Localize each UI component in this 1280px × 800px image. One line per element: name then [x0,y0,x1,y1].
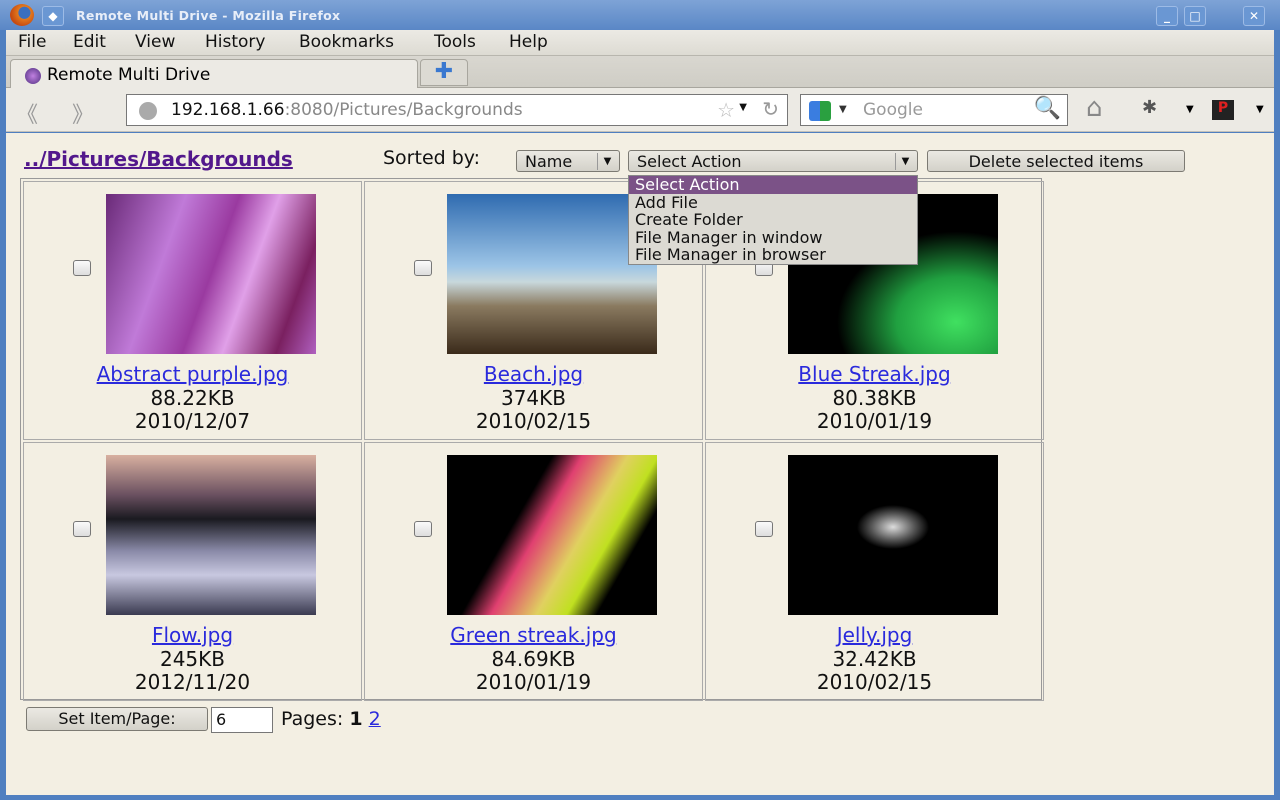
google-engine-icon[interactable] [809,101,831,121]
file-size: 245KB [159,646,225,671]
menu-help[interactable]: Help [509,32,548,52]
select-checkbox[interactable] [73,521,91,537]
menu-history[interactable]: History [205,32,265,52]
navigation-toolbar: 《 》 192.168.1.66:8080/Pictures/Backgroun… [6,88,1274,132]
globe-icon [139,102,157,120]
file-item: Abstract purple.jpg 88.22KB 2010/12/07 [23,181,362,440]
file-date: 2010/02/15 [816,670,933,694]
history-dropdown-icon[interactable]: ▼ [739,102,747,113]
p-addon-icon[interactable]: P [1212,100,1234,120]
menu-tools[interactable]: Tools [434,32,476,52]
select-checkbox[interactable] [414,260,432,276]
file-link[interactable]: Beach.jpg [484,362,583,386]
delete-selected-button[interactable]: Delete selected items [927,150,1185,172]
file-link[interactable]: Blue Streak.jpg [798,362,950,386]
page-content: ../Pictures/Backgrounds Sorted by: Name ▼… [6,133,1274,795]
tab-label: Remote Multi Drive [47,65,211,85]
file-size: 84.69KB [491,646,576,671]
thumbnail-jelly[interactable] [788,455,998,615]
menu-bookmarks[interactable]: Bookmarks [299,32,394,52]
option-file-manager-browser[interactable]: File Manager in browser [629,246,917,264]
search-box[interactable]: ▼ Google 🔍 [800,94,1068,126]
file-link[interactable]: Abstract purple.jpg [97,362,289,386]
sort-value: Name [525,152,573,171]
file-date: 2010/01/19 [475,670,592,694]
action-value: Select Action [637,152,742,171]
p-addon-dropdown-icon[interactable]: ▼ [1256,104,1264,115]
thumbnail-flow[interactable] [106,455,316,615]
search-icon[interactable]: 🔍 [1034,96,1061,121]
action-select[interactable]: Select Action ▼ [628,150,918,172]
bookmark-star-icon[interactable]: ☆ [717,98,735,122]
file-date: 2010/02/15 [475,409,592,433]
url-path: :8080/Pictures/Backgrounds [284,100,523,120]
select-checkbox[interactable] [414,521,432,537]
option-file-manager-window[interactable]: File Manager in window [629,228,917,247]
search-placeholder: Google [863,100,923,120]
pagination: Pages: 1 2 [281,708,381,730]
engine-dropdown-icon[interactable]: ▼ [839,104,847,115]
file-date: 2010/01/19 [816,409,933,433]
file-size: 88.22KB [150,385,235,410]
addon-bug-icon[interactable]: ✱ [1142,97,1157,118]
window-titlebar: ◆ Remote Multi Drive - Mozilla Firefox _… [0,0,1280,30]
file-size: 80.38KB [832,385,917,410]
file-date: 2012/11/20 [134,670,251,694]
site-favicon-icon [25,68,41,84]
minimize-button[interactable]: _ [1156,6,1178,26]
thumbnail-green-streak[interactable] [447,455,657,615]
thumbnail-abstract-purple[interactable] [106,194,316,354]
sort-select[interactable]: Name ▼ [516,150,620,172]
action-dropdown-list: Select Action Add File Create Folder Fil… [628,175,918,265]
file-link[interactable]: Flow.jpg [152,623,233,647]
menu-view[interactable]: View [135,32,175,52]
file-item: Green streak.jpg 84.69KB 2010/01/19 [364,442,703,701]
file-size: 374KB [500,385,566,410]
file-link[interactable]: Green streak.jpg [450,623,616,647]
file-date: 2010/12/07 [134,409,251,433]
page-2-link[interactable]: 2 [369,708,381,730]
chevron-down-icon: ▼ [895,153,915,170]
file-item: Jelly.jpg 32.42KB 2010/02/15 [705,442,1044,701]
window-menu-button[interactable]: ◆ [42,6,64,26]
tab-remote-multi-drive[interactable]: Remote Multi Drive [10,59,418,89]
firefox-logo-icon [10,4,34,26]
maximize-button[interactable]: □ [1184,6,1206,26]
option-select-action[interactable]: Select Action [629,176,917,194]
thumbnail-beach[interactable] [447,194,657,354]
close-button[interactable]: ✕ [1243,6,1265,26]
forward-icon[interactable]: 》 [72,97,94,129]
tab-bar: Remote Multi Drive ✚ [6,56,1274,89]
current-page: 1 [349,708,363,730]
reload-icon[interactable]: ↻ [762,97,779,121]
set-items-per-page-button[interactable]: Set Item/Page: [26,707,208,731]
url-bar[interactable]: 192.168.1.66:8080/Pictures/Backgrounds ☆… [126,94,788,126]
option-create-folder[interactable]: Create Folder [629,211,917,229]
menu-edit[interactable]: Edit [73,32,106,52]
menu-file[interactable]: File [18,32,46,52]
url-host: 192.168.1.66 [171,100,285,120]
file-item: Flow.jpg 245KB 2012/11/20 [23,442,362,701]
back-icon[interactable]: 《 [16,97,38,129]
select-checkbox[interactable] [73,260,91,276]
menu-bar: File Edit View History Bookmarks Tools H… [6,30,1274,56]
select-checkbox[interactable] [755,521,773,537]
pages-label: Pages: [281,708,344,730]
home-icon[interactable]: ⌂ [1086,93,1103,123]
option-add-file[interactable]: Add File [629,193,917,212]
breadcrumb[interactable]: ../Pictures/Backgrounds [24,147,293,171]
file-size: 32.42KB [832,646,917,671]
window-title: Remote Multi Drive - Mozilla Firefox [76,8,341,23]
items-per-page-input[interactable]: 6 [211,707,273,733]
sorted-by-label: Sorted by: [383,147,481,169]
new-tab-button[interactable]: ✚ [420,59,468,86]
file-link[interactable]: Jelly.jpg [837,623,913,647]
chevron-down-icon: ▼ [597,153,617,170]
addon-dropdown-icon[interactable]: ▼ [1186,104,1194,115]
